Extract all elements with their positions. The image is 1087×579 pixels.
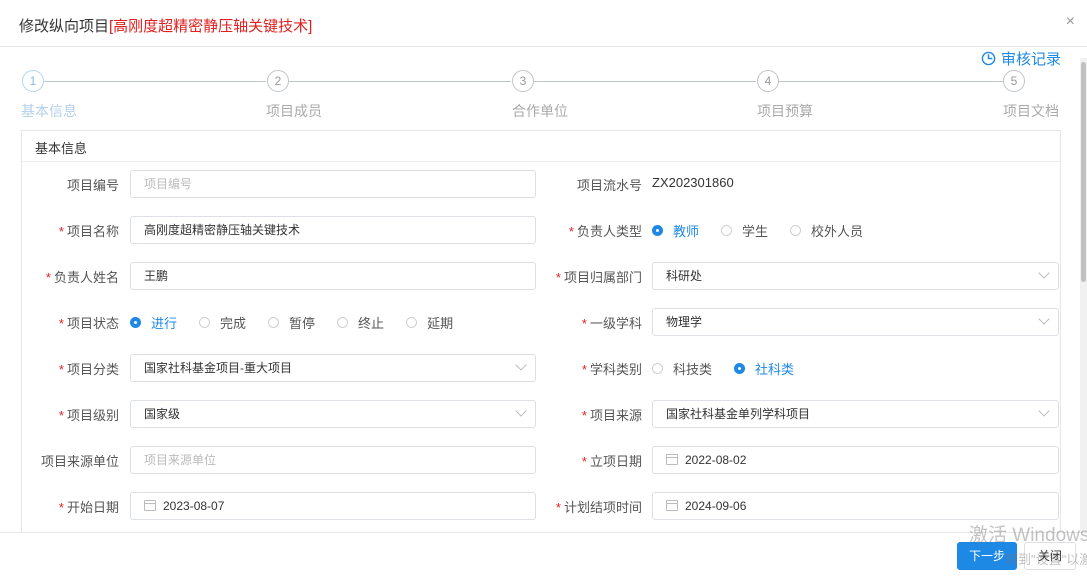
status-label: * 项目状态 — [58, 316, 119, 331]
step-4-circle[interactable]: 4 — [757, 70, 779, 92]
radio-postponed[interactable]: 延期 — [406, 313, 453, 332]
leader-type-label: * 负责人类型 — [568, 224, 642, 239]
dialog-title: 修改纵向项目[高刚度超精密静压轴关键技术] — [19, 15, 312, 36]
dialog-title-prefix: 修改纵向项目 — [19, 18, 110, 35]
calendar-icon — [144, 500, 156, 511]
step-5-label[interactable]: 项目文档 — [1003, 101, 1059, 121]
status-radio-group: 进行 完成 暂停 终止 延期 — [130, 313, 475, 332]
subject-type-label: * 学科类别 — [581, 362, 642, 377]
steps-bar: 1 2 3 4 5 基本信息 项目成员 合作单位 项目预算 项目文档 — [0, 68, 1087, 121]
chevron-down-icon — [1038, 405, 1050, 417]
step-2-circle[interactable]: 2 — [267, 70, 289, 92]
category-select[interactable]: 国家社科基金项目-重大项目 — [130, 354, 536, 382]
leader-name-input[interactable]: 王鹏 — [130, 262, 536, 290]
subject-type-radio-group: 科技类 社科类 — [652, 359, 816, 378]
serial-no-label: 项目流水号 — [576, 178, 642, 193]
close-icon[interactable]: × — [1066, 14, 1075, 30]
calendar-icon — [666, 500, 678, 511]
edit-project-dialog: 修改纵向项目[高刚度超精密静压轴关键技术] × 审核记录 1 2 3 4 5 基… — [0, 0, 1087, 579]
start-date-label: * 开始日期 — [58, 500, 119, 515]
windows-activation-hint: 转到"设置"以激活 — [1005, 552, 1087, 567]
dialog-title-project: [高刚度超精密静压轴关键技术] — [109, 18, 313, 35]
project-name-label: * 项目名称 — [58, 224, 119, 239]
audit-record-label: 审核记录 — [1000, 51, 1061, 68]
step-connector — [289, 81, 511, 82]
end-date-label: * 计划结项时间 — [555, 500, 642, 515]
chevron-down-icon — [515, 359, 527, 371]
step-connector — [534, 81, 756, 82]
setup-date-label: * 立项日期 — [581, 454, 642, 469]
leader-name-label: * 负责人姓名 — [45, 270, 119, 285]
level-select[interactable]: 国家级 — [130, 400, 536, 428]
step-1-circle[interactable]: 1 — [22, 70, 44, 92]
step-5-circle[interactable]: 5 — [1003, 70, 1025, 92]
radio-teacher[interactable]: 教师 — [652, 221, 699, 240]
scrollbar[interactable] — [1080, 58, 1087, 538]
end-date-picker[interactable]: 2024-09-06 — [652, 492, 1059, 520]
step-2-label[interactable]: 项目成员 — [266, 101, 322, 121]
discipline-select[interactable]: 物理学 — [652, 308, 1059, 336]
radio-social-science[interactable]: 社科类 — [734, 359, 794, 378]
windows-activation-watermark: 激活 Windows — [969, 525, 1087, 546]
radio-student[interactable]: 学生 — [721, 221, 768, 240]
discipline-label: * 一级学科 — [581, 316, 642, 331]
radio-in-progress[interactable]: 进行 — [130, 313, 177, 332]
chevron-down-icon — [515, 405, 527, 417]
source-label: * 项目来源 — [581, 408, 642, 423]
radio-terminated[interactable]: 终止 — [337, 313, 384, 332]
step-1-label[interactable]: 基本信息 — [21, 101, 77, 121]
chevron-down-icon — [1038, 267, 1050, 279]
dialog-footer — [0, 532, 1087, 579]
clock-icon — [981, 51, 996, 66]
project-no-label: 项目编号 — [66, 178, 119, 193]
start-date-picker[interactable]: 2023-08-07 — [130, 492, 536, 520]
radio-science-tech[interactable]: 科技类 — [652, 359, 712, 378]
source-select[interactable]: 国家社科基金单列学科项目 — [652, 400, 1059, 428]
setup-date-picker[interactable]: 2022-08-02 — [652, 446, 1059, 474]
serial-no-value: ZX202301860 — [652, 175, 734, 190]
panel-title: 基本信息 — [35, 141, 88, 156]
radio-paused[interactable]: 暂停 — [268, 313, 315, 332]
step-3-label[interactable]: 合作单位 — [512, 101, 568, 121]
category-label: * 项目分类 — [58, 362, 119, 377]
chevron-down-icon — [1038, 313, 1050, 325]
step-connector — [44, 81, 266, 82]
dialog-header: 修改纵向项目[高刚度超精密静压轴关键技术] × — [0, 0, 1087, 47]
project-name-input[interactable]: 高刚度超精密静压轴关键技术 — [130, 216, 536, 244]
step-4-label[interactable]: 项目预算 — [757, 101, 813, 121]
level-label: * 项目级别 — [58, 408, 119, 423]
radio-completed[interactable]: 完成 — [199, 313, 246, 332]
department-label: * 项目归属部门 — [555, 270, 642, 285]
audit-record-link[interactable]: 审核记录 — [981, 48, 1061, 69]
radio-external[interactable]: 校外人员 — [790, 221, 863, 240]
department-select[interactable]: 科研处 — [652, 262, 1059, 290]
source-unit-label: 项目来源单位 — [40, 454, 119, 469]
source-unit-input[interactable]: 项目来源单位 — [130, 446, 536, 474]
step-connector — [779, 81, 1003, 82]
calendar-icon — [666, 454, 678, 465]
leader-type-radio-group: 教师 学生 校外人员 — [652, 221, 885, 240]
panel-divider — [22, 161, 1060, 162]
project-no-input[interactable]: 项目编号 — [130, 170, 536, 198]
step-3-circle[interactable]: 3 — [512, 70, 534, 92]
